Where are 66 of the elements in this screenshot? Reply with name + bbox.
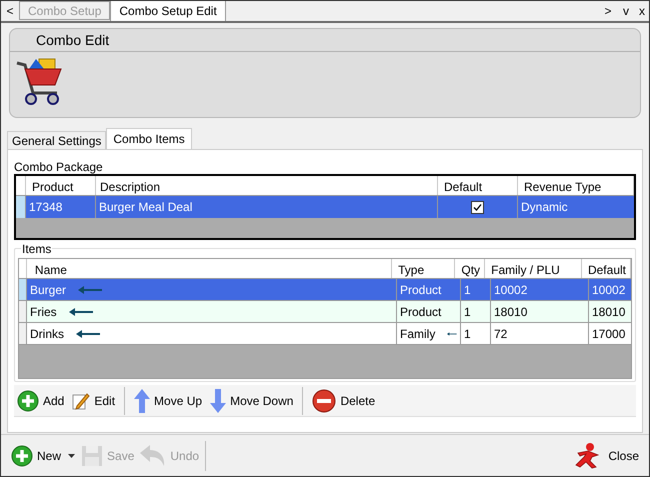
table-cell-text: Family — [400, 326, 436, 342]
edit-button[interactable]: Edit — [71, 386, 116, 414]
row-header[interactable] — [16, 196, 26, 218]
table-cell-text: 17000 — [591, 326, 626, 342]
column-header[interactable]: Description — [96, 176, 438, 195]
tab[interactable]: Combo Items — [106, 128, 192, 149]
table-row[interactable]: Burger Product 1 10002 10002 — [19, 279, 631, 301]
table-cell-text: 10002 — [591, 282, 626, 298]
add-button[interactable]: Add — [16, 386, 66, 414]
checkmark-icon — [473, 202, 482, 212]
table-row[interactable]: Drinks Family 1 72 17000 — [19, 323, 631, 345]
down-arrow-icon — [210, 388, 226, 412]
table-cell-text: Product — [400, 282, 442, 298]
arrow-icon — [76, 330, 100, 338]
table-cell-text: Fries — [30, 304, 57, 320]
table-cell: 17348 — [26, 196, 96, 218]
column-header[interactable]: Revenue Type — [518, 176, 634, 195]
up-arrow-icon — [134, 388, 150, 412]
tab[interactable]: General Settings — [7, 131, 106, 149]
pencil-icon — [72, 392, 90, 410]
table-cell: 1 — [461, 279, 491, 300]
menu-button[interactable]: v — [617, 1, 635, 21]
column-header[interactable]: Name — [26, 259, 392, 278]
close-tab-button[interactable]: x — [635, 1, 649, 21]
scroll-left-button[interactable]: < — [1, 1, 19, 21]
column-header[interactable]: Default — [582, 259, 631, 278]
arrow-icon — [78, 286, 102, 294]
table-cell: 72 — [491, 323, 589, 344]
dropdown-caret-icon — [68, 454, 76, 458]
move-up-button[interactable]: Move Up — [133, 386, 204, 414]
new-button[interactable]: New — [11, 440, 76, 470]
delete-button[interactable]: Delete — [311, 386, 376, 414]
table-cell: 10002 — [491, 279, 589, 300]
row-header[interactable] — [19, 323, 27, 344]
column-header[interactable]: Product — [26, 176, 96, 195]
table-cell-text: Dynamic — [520, 199, 569, 216]
group-label: Items — [21, 242, 52, 256]
plus-icon — [17, 390, 39, 412]
group-label: Combo Package — [14, 160, 104, 174]
checkbox[interactable] — [471, 200, 484, 214]
scroll-right-button[interactable]: > — [599, 1, 617, 21]
table-cell: 1 — [461, 323, 491, 344]
arrow-icon — [68, 308, 93, 316]
move-down-button[interactable]: Move Down — [209, 386, 294, 414]
undo-icon — [140, 444, 166, 466]
column-header[interactable]: Qty — [455, 259, 486, 278]
plus-icon — [11, 444, 33, 466]
table-cell: 1 — [461, 301, 491, 322]
column-header[interactable]: Default — [438, 176, 518, 195]
table-cell-text: Product — [400, 304, 442, 320]
arrow-icon — [447, 330, 457, 338]
document-tab[interactable]: Combo Setup Edit — [110, 1, 226, 21]
minus-icon — [312, 388, 336, 412]
column-header[interactable]: Type — [392, 259, 456, 278]
column-header[interactable]: Family / PLU — [485, 259, 582, 278]
table-row[interactable]: Fries Product 1 18010 18010 — [19, 301, 631, 323]
row-header[interactable] — [19, 301, 27, 322]
table-cell-text: Burger — [30, 282, 66, 298]
row-header[interactable] — [19, 279, 27, 300]
close-window-button[interactable]: Close — [574, 440, 639, 470]
table-cell-text: Drinks — [30, 326, 64, 342]
table-cell: 18010 — [491, 301, 589, 322]
table-cell-text: 18010 — [591, 304, 626, 320]
table-cell: Burger Meal Deal — [96, 196, 438, 218]
header-title: Combo Edit — [36, 30, 110, 50]
table-row[interactable]: 17348 Burger Meal Deal Dynamic — [16, 196, 634, 218]
